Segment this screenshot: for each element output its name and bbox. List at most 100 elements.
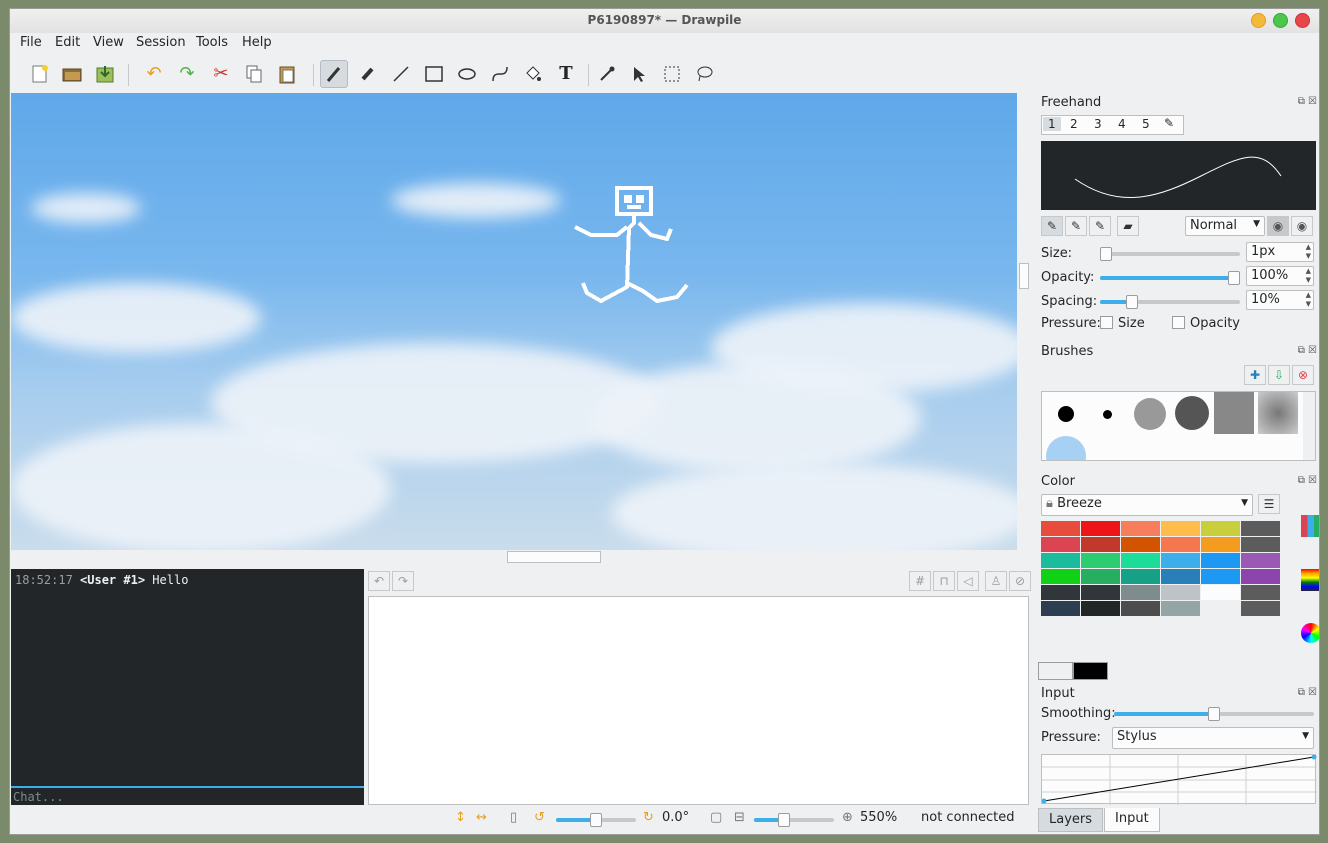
ellipse-icon[interactable] bbox=[453, 60, 481, 88]
color-swatch[interactable] bbox=[1041, 569, 1080, 584]
color-swatch[interactable] bbox=[1201, 601, 1240, 616]
background-color-swatch[interactable] bbox=[1038, 662, 1073, 680]
color-swatch[interactable] bbox=[1241, 601, 1280, 616]
rectangle-select-icon[interactable] bbox=[658, 60, 686, 88]
pressure-curve-editor[interactable] bbox=[1041, 754, 1317, 805]
color-swatch[interactable] bbox=[1121, 585, 1160, 600]
color-swatch[interactable] bbox=[1161, 569, 1200, 584]
color-wheel-icon[interactable] bbox=[1301, 623, 1319, 643]
tab-layers[interactable]: Layers bbox=[1038, 808, 1104, 832]
rotation-slider[interactable] bbox=[556, 813, 636, 827]
color-swatch[interactable] bbox=[1081, 537, 1120, 552]
color-swatch[interactable] bbox=[1241, 521, 1280, 536]
brush-slot-2[interactable]: 2 bbox=[1070, 117, 1078, 131]
opacity-spinbox[interactable]: 100% ▲ ▼ bbox=[1246, 266, 1314, 286]
menu-help[interactable]: Help bbox=[242, 35, 272, 50]
redo-icon[interactable]: ↷ bbox=[392, 571, 414, 591]
color-swatch[interactable] bbox=[1041, 521, 1080, 536]
size-slider[interactable] bbox=[1100, 247, 1240, 261]
slider-handle[interactable] bbox=[778, 813, 790, 827]
color-swatch[interactable] bbox=[1081, 585, 1120, 600]
color-swatch[interactable] bbox=[1041, 553, 1080, 568]
tab-input[interactable]: Input bbox=[1104, 808, 1160, 832]
text-icon[interactable]: T bbox=[552, 60, 580, 88]
grid-icon[interactable]: # bbox=[909, 571, 931, 591]
zoom-out-icon[interactable]: ⊟ bbox=[734, 810, 745, 825]
opacity-slider[interactable] bbox=[1100, 271, 1240, 285]
flip-vertical-icon[interactable]: ↕ bbox=[455, 810, 466, 825]
brush-presets-scrollbar[interactable] bbox=[1303, 392, 1315, 460]
scroll-thumb[interactable] bbox=[507, 551, 601, 563]
maximize-button[interactable] bbox=[1273, 13, 1288, 28]
color-swatch[interactable] bbox=[1241, 585, 1280, 600]
pressure-opacity-checkbox[interactable] bbox=[1172, 316, 1185, 329]
eraser-slot-icon[interactable]: ✎ bbox=[1164, 116, 1174, 130]
brush-preset[interactable] bbox=[1058, 406, 1074, 422]
color-picker-icon[interactable] bbox=[593, 60, 621, 88]
close-button[interactable] bbox=[1295, 13, 1310, 28]
color-swatch[interactable] bbox=[1081, 553, 1120, 568]
brush-slot-1[interactable]: 1 bbox=[1043, 117, 1061, 131]
color-swatch[interactable] bbox=[1161, 537, 1200, 552]
color-swatch[interactable] bbox=[1161, 585, 1200, 600]
slider-handle[interactable] bbox=[590, 813, 602, 827]
lasso-select-icon[interactable] bbox=[691, 60, 719, 88]
spacing-slider[interactable] bbox=[1100, 295, 1240, 309]
menu-tools[interactable]: Tools bbox=[196, 35, 228, 50]
color-swatch[interactable] bbox=[1201, 521, 1240, 536]
spin-arrows-icon[interactable]: ▲ ▼ bbox=[1306, 267, 1311, 285]
palette-menu-icon[interactable]: ☰ bbox=[1258, 494, 1280, 514]
canvas-horizontal-scrollbar[interactable] bbox=[11, 550, 1017, 564]
menu-session[interactable]: Session bbox=[136, 35, 186, 50]
alpha-lock-icon[interactable]: ◉ bbox=[1267, 216, 1289, 236]
spin-arrows-icon[interactable]: ▲ ▼ bbox=[1306, 291, 1311, 309]
color-swatch[interactable] bbox=[1081, 601, 1120, 616]
brush-preset[interactable] bbox=[1258, 392, 1298, 434]
brush-preset[interactable] bbox=[1175, 396, 1209, 430]
color-sliders-icon[interactable] bbox=[1301, 569, 1319, 591]
eraser-mode-icon[interactable]: ▰ bbox=[1117, 216, 1139, 236]
scroll-thumb[interactable] bbox=[1019, 263, 1029, 289]
eraser-icon[interactable] bbox=[354, 60, 382, 88]
color-swatch[interactable] bbox=[1201, 585, 1240, 600]
brush-presets[interactable] bbox=[1041, 391, 1316, 461]
color-swatch[interactable] bbox=[1201, 569, 1240, 584]
freehand-brush-icon[interactable] bbox=[320, 60, 348, 88]
speaker-icon[interactable]: ◁ bbox=[957, 571, 979, 591]
color-swatch[interactable] bbox=[1161, 601, 1200, 616]
drawing-canvas[interactable] bbox=[11, 93, 1017, 550]
slider-handle[interactable] bbox=[1100, 247, 1112, 261]
select-pointer-icon[interactable] bbox=[625, 60, 653, 88]
slider-handle[interactable] bbox=[1126, 295, 1138, 309]
reset-rotation-icon[interactable]: ▯ bbox=[510, 810, 517, 825]
foreground-color-swatch[interactable] bbox=[1073, 662, 1108, 680]
undo-icon[interactable]: ↶ bbox=[140, 60, 168, 88]
color-swatch[interactable] bbox=[1241, 553, 1280, 568]
smudge-brush-icon[interactable]: ✎ bbox=[1089, 216, 1111, 236]
save-icon[interactable] bbox=[91, 60, 119, 88]
brush-slot-3[interactable]: 3 bbox=[1094, 117, 1102, 131]
color-swatch[interactable] bbox=[1081, 521, 1120, 536]
bezier-icon[interactable] bbox=[486, 60, 514, 88]
brush-preset[interactable] bbox=[1214, 392, 1254, 434]
menu-edit[interactable]: Edit bbox=[55, 35, 80, 50]
panel-float-close-icon[interactable]: ⧉ ☒ bbox=[1298, 475, 1317, 486]
color-swatch[interactable] bbox=[1121, 521, 1160, 536]
save-brush-icon[interactable]: ⇩ bbox=[1268, 365, 1290, 385]
user-lock-icon[interactable]: ♙ bbox=[985, 571, 1007, 591]
color-swatch[interactable] bbox=[1121, 553, 1160, 568]
delete-brush-icon[interactable]: ⊗ bbox=[1292, 365, 1314, 385]
slider-handle[interactable] bbox=[1228, 271, 1240, 285]
color-swatch[interactable] bbox=[1081, 569, 1120, 584]
block-icon[interactable]: ⊘ bbox=[1009, 571, 1031, 591]
pressure-mode-select[interactable]: Stylus ▼ bbox=[1112, 727, 1314, 749]
rectangle-icon[interactable] bbox=[420, 60, 448, 88]
pressure-size-checkbox[interactable] bbox=[1100, 316, 1113, 329]
canvas-vertical-scrollbar[interactable] bbox=[1018, 93, 1030, 550]
chat-input[interactable]: Chat... bbox=[11, 786, 364, 805]
color-swatch[interactable] bbox=[1121, 537, 1160, 552]
zoom-fit-icon[interactable]: ▢ bbox=[710, 810, 722, 825]
blend-toggle-icon[interactable]: ◉ bbox=[1291, 216, 1313, 236]
brush-slot-5[interactable]: 5 bbox=[1142, 117, 1150, 131]
color-swatch[interactable] bbox=[1121, 601, 1160, 616]
